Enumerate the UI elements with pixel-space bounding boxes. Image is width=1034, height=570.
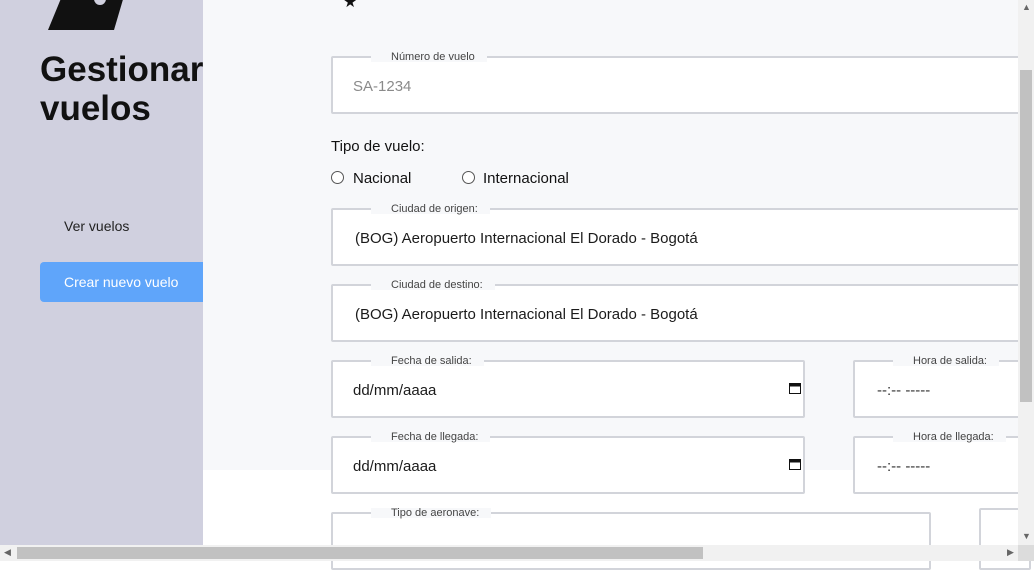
departure-date-legend: Fecha de salida:: [371, 356, 484, 367]
destination-legend: Ciudad de destino:: [371, 280, 495, 291]
radio-nacional-label: Nacional: [353, 170, 412, 187]
flight-number-placeholder: SA-1234: [353, 78, 412, 95]
radio-internacional[interactable]: [462, 171, 475, 184]
arrival-time-value: --:-- -----: [877, 458, 931, 475]
aircraft-type-legend: Tipo de aeronave:: [371, 508, 492, 519]
star-icon: ★: [343, 0, 358, 11]
arrival-date-value: dd/mm/aaaa: [353, 458, 437, 475]
sidebar-item-label: Ver vuelos: [64, 218, 130, 234]
flight-number-legend: Número de vuelo: [371, 52, 487, 63]
destination-select[interactable]: Ciudad de destino: (BOG) Aeropuerto Inte…: [331, 280, 1031, 342]
arrival-time-legend: Hora de llegada:: [893, 432, 1006, 443]
scroll-left-icon[interactable]: ◀: [4, 547, 11, 558]
departure-time-value: --:-- -----: [877, 382, 931, 399]
sidebar-item-label: Crear nuevo vuelo: [64, 274, 179, 290]
radio-nacional[interactable]: [331, 171, 344, 184]
scroll-up-icon[interactable]: ▲: [1022, 2, 1031, 12]
flight-number-field[interactable]: Número de vuelo SA-1234: [331, 52, 1031, 114]
title-line-1: Gestionar: [40, 50, 204, 89]
calendar-icon[interactable]: [789, 382, 801, 394]
origin-value: (BOG) Aeropuerto Internacional El Dorado…: [355, 230, 698, 247]
scrollbar-corner: [1018, 545, 1034, 561]
origin-select[interactable]: Ciudad de origen: (BOG) Aeropuerto Inter…: [331, 204, 1031, 266]
departure-time-legend: Hora de salida:: [893, 356, 999, 367]
departure-time-input[interactable]: Hora de salida: --:-- -----: [853, 356, 1031, 418]
origin-legend: Ciudad de origen:: [371, 204, 490, 215]
radio-internacional-label: Internacional: [483, 170, 569, 187]
scroll-down-icon[interactable]: ▼: [1022, 531, 1031, 541]
horizontal-scrollbar-thumb[interactable]: [17, 547, 703, 559]
departure-date-input[interactable]: Fecha de salida: dd/mm/aaaa: [331, 356, 805, 418]
page-title: Gestionar vuelos: [40, 50, 203, 128]
scroll-right-icon[interactable]: ▶: [1007, 547, 1014, 558]
arrival-time-input[interactable]: Hora de llegada: --:-- -----: [853, 432, 1031, 494]
destination-value: (BOG) Aeropuerto Internacional El Dorado…: [355, 306, 698, 323]
vertical-scrollbar-thumb[interactable]: [1020, 70, 1032, 402]
plane-logo-icon: [48, 0, 123, 30]
title-line-2: vuelos: [40, 89, 151, 128]
departure-date-value: dd/mm/aaaa: [353, 382, 437, 399]
arrival-date-input[interactable]: Fecha de llegada: dd/mm/aaaa: [331, 432, 805, 494]
flight-type-label: Tipo de vuelo:: [331, 138, 425, 155]
calendar-icon[interactable]: [789, 458, 801, 470]
arrival-date-legend: Fecha de llegada:: [371, 432, 491, 443]
